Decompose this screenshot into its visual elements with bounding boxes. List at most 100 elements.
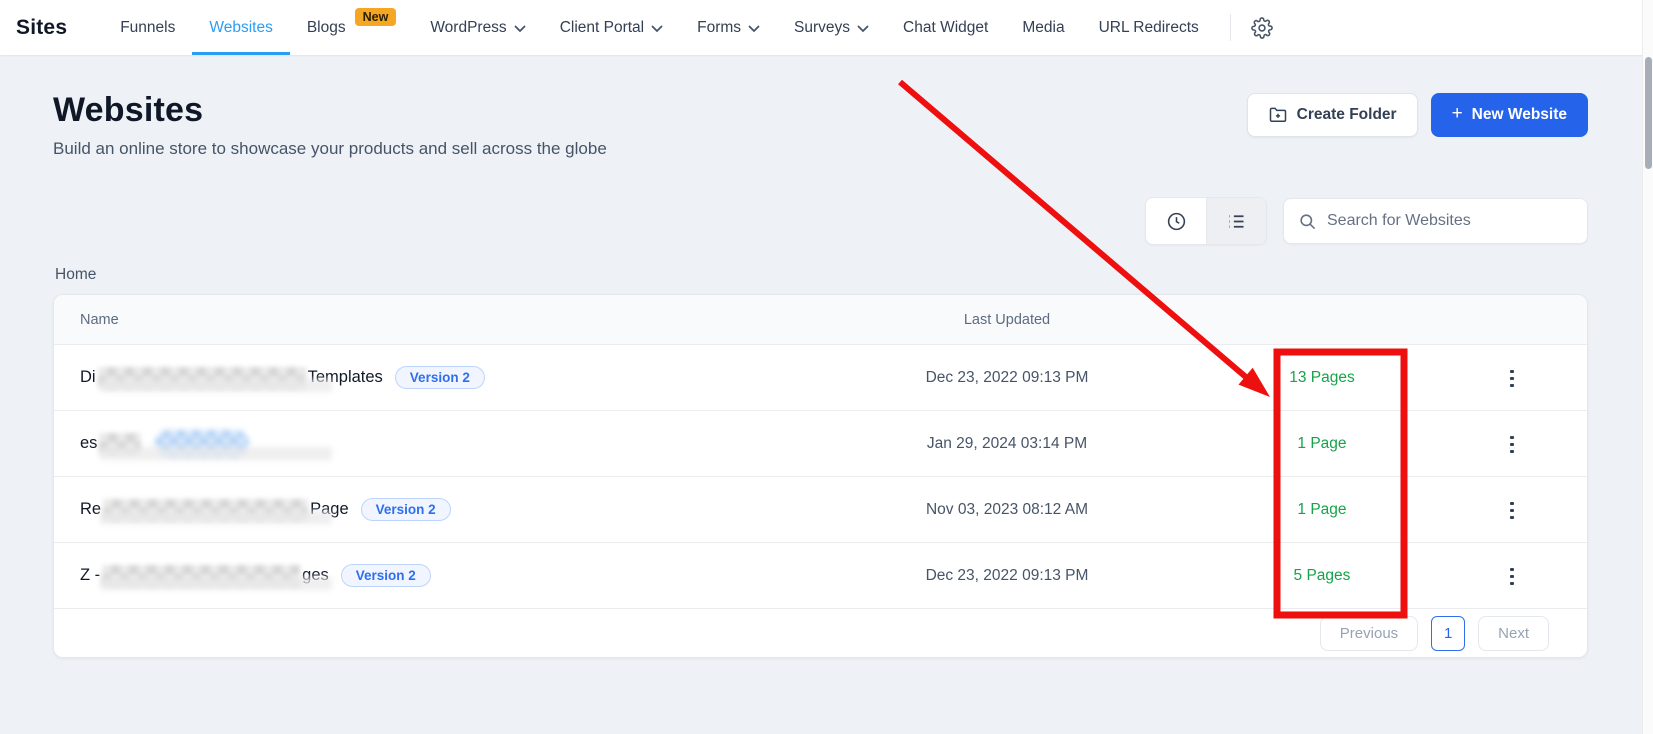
- website-name-text-suffix: ges: [302, 566, 329, 585]
- plus-icon: +: [1452, 103, 1463, 125]
- column-header-last-updated: Last Updated: [807, 312, 1207, 328]
- chevron-down-icon: [651, 25, 663, 33]
- new-badge: New: [355, 8, 397, 26]
- nav-item-label: WordPress: [430, 19, 506, 37]
- website-name-text: es: [80, 434, 97, 453]
- nav-item-funnels[interactable]: Funnels: [103, 0, 192, 55]
- nav-item-label: Websites: [209, 19, 272, 37]
- nav-item-wordpress[interactable]: WordPress: [413, 0, 542, 55]
- nav-item-label: Surveys: [794, 19, 850, 37]
- folder-plus-icon: [1268, 105, 1288, 125]
- chevron-down-icon: [514, 25, 526, 33]
- websites-page: Websites Build an online store to showca…: [0, 91, 1653, 658]
- nav-item-label: Media: [1022, 19, 1064, 37]
- search-input[interactable]: [1327, 212, 1573, 230]
- nav-item-label: Blogs: [307, 19, 346, 37]
- chevron-down-icon: [857, 25, 869, 33]
- redacted-name-blur: [99, 433, 141, 455]
- version-badge: Version 2: [395, 366, 485, 389]
- nav-item-url-redirects[interactable]: URL Redirects: [1082, 0, 1216, 55]
- table-row[interactable]: Re Page Version 2 Nov 03, 2023 08:12 AM …: [54, 477, 1587, 543]
- last-updated-cell: Nov 03, 2023 08:12 AM: [807, 501, 1207, 519]
- row-actions-cell: [1437, 426, 1587, 461]
- website-name-cell: Z - ges Version 2: [54, 564, 807, 587]
- website-name-cell: Di Templates Version 2: [54, 366, 807, 389]
- nav-item-label: Funnels: [120, 19, 175, 37]
- pages-count: 1 Page: [1207, 435, 1437, 453]
- nav-divider: [1230, 14, 1231, 41]
- page-title: Websites: [53, 91, 607, 130]
- page-header-text: Websites Build an online store to showca…: [53, 91, 607, 159]
- table-row[interactable]: Di Templates Version 2 Dec 23, 2022 09:1…: [54, 345, 1587, 411]
- website-name-cell: es: [54, 430, 807, 457]
- table-header-row: Name Last Updated: [54, 295, 1587, 345]
- search-icon: [1298, 212, 1317, 231]
- nav-item-forms[interactable]: Forms: [680, 0, 777, 55]
- create-folder-button[interactable]: Create Folder: [1247, 93, 1418, 137]
- table-body: Di Templates Version 2 Dec 23, 2022 09:1…: [54, 345, 1587, 609]
- scrollbar-thumb[interactable]: [1645, 57, 1652, 169]
- top-navigation: Sites Funnels Websites Blogs New WordPre…: [0, 0, 1653, 55]
- last-updated-cell: Dec 23, 2022 09:13 PM: [807, 567, 1207, 585]
- redacted-badge-blur: [155, 430, 249, 457]
- row-actions-cell: [1437, 492, 1587, 527]
- nav-item-media[interactable]: Media: [1005, 0, 1081, 55]
- app-brand-sites: Sites: [16, 0, 67, 55]
- list-view-button[interactable]: [1206, 198, 1266, 244]
- website-name-text-suffix: Page: [310, 500, 349, 519]
- nav-item-websites[interactable]: Websites: [192, 0, 289, 55]
- row-actions-cell: [1437, 360, 1587, 395]
- previous-page-button[interactable]: Previous: [1320, 616, 1418, 651]
- kebab-menu-icon[interactable]: [1502, 362, 1522, 396]
- nav-item-label: Forms: [697, 19, 741, 37]
- next-page-button[interactable]: Next: [1478, 616, 1549, 651]
- nav-item-label: URL Redirects: [1099, 19, 1199, 37]
- gear-icon: [1251, 17, 1273, 39]
- page-header: Websites Build an online store to showca…: [53, 91, 1588, 159]
- nav-item-chat-widget[interactable]: Chat Widget: [886, 0, 1005, 55]
- nav-item-client-portal[interactable]: Client Portal: [543, 0, 680, 55]
- nav-item-label: Client Portal: [560, 19, 644, 37]
- create-folder-label: Create Folder: [1297, 106, 1397, 124]
- row-actions-cell: [1437, 558, 1587, 593]
- pagination: Previous 1 Next: [54, 609, 1587, 657]
- website-name-text: Z -: [80, 566, 100, 585]
- websites-table-card: Name Last Updated Di Templates Version 2…: [53, 294, 1588, 658]
- clock-icon: [1166, 211, 1187, 232]
- breadcrumb-home[interactable]: Home: [53, 266, 1588, 284]
- table-row[interactable]: es Jan 29, 2024 03:14 PM 1 Page: [54, 411, 1587, 477]
- settings-button[interactable]: [1241, 0, 1283, 55]
- scrollbar-track[interactable]: [1642, 0, 1653, 734]
- redacted-name-blur: [98, 367, 306, 389]
- website-name-text: Di: [80, 368, 96, 387]
- pages-count: 1 Page: [1207, 501, 1437, 519]
- page-header-actions: Create Folder + New Website: [1247, 93, 1588, 137]
- nav-item-surveys[interactable]: Surveys: [777, 0, 886, 55]
- page-subtitle: Build an online store to showcase your p…: [53, 139, 607, 159]
- new-website-label: New Website: [1472, 106, 1567, 124]
- page-number-button[interactable]: 1: [1431, 616, 1465, 651]
- last-updated-cell: Jan 29, 2024 03:14 PM: [807, 435, 1207, 453]
- list-toolbar: [53, 197, 1588, 245]
- nav-item-blogs[interactable]: Blogs New: [290, 0, 413, 55]
- recent-view-button[interactable]: [1146, 198, 1206, 244]
- version-badge: Version 2: [361, 498, 451, 521]
- kebab-menu-icon[interactable]: [1502, 560, 1522, 594]
- nav-item-label: Chat Widget: [903, 19, 988, 37]
- chevron-down-icon: [748, 25, 760, 33]
- kebab-menu-icon[interactable]: [1502, 428, 1522, 462]
- kebab-menu-icon[interactable]: [1502, 494, 1522, 528]
- new-website-button[interactable]: + New Website: [1431, 93, 1588, 137]
- website-name-text: Re: [80, 500, 101, 519]
- table-row[interactable]: Z - ges Version 2 Dec 23, 2022 09:13 PM …: [54, 543, 1587, 609]
- view-toggle: [1145, 197, 1267, 245]
- pages-count: 5 Pages: [1207, 567, 1437, 585]
- list-icon: [1226, 211, 1247, 232]
- column-header-name: Name: [54, 312, 807, 328]
- redacted-name-blur: [102, 565, 300, 587]
- website-name-cell: Re Page Version 2: [54, 498, 807, 521]
- version-badge: Version 2: [341, 564, 431, 587]
- last-updated-cell: Dec 23, 2022 09:13 PM: [807, 369, 1207, 387]
- redacted-name-blur: [103, 499, 308, 521]
- search-websites-box: [1283, 198, 1588, 244]
